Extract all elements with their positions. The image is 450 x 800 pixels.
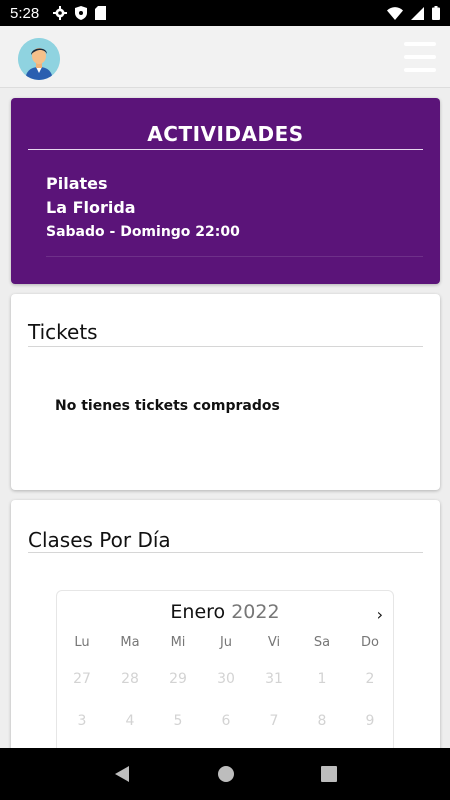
weekday-label: Vi	[267, 635, 281, 650]
calendar-next-button[interactable]: ›	[377, 605, 383, 624]
activity-location[interactable]: La Florida	[46, 198, 136, 217]
back-icon[interactable]	[113, 765, 131, 783]
weekday-label: Do	[361, 635, 379, 650]
calendar-week-row: 27 28 29 30 31 1 2	[57, 671, 393, 687]
calendar-year[interactable]: 2022	[231, 601, 279, 623]
weekday-label: Ma	[120, 635, 140, 650]
tickets-title: Tickets	[28, 320, 98, 344]
avatar-icon	[18, 38, 60, 80]
app-header	[0, 26, 450, 88]
calendar-weekdays: Lu Ma Mi Ju Vi Sa Do	[57, 635, 393, 650]
calendar-day[interactable]: 29	[154, 671, 202, 687]
calendar-day[interactable]: 2	[346, 671, 394, 687]
activities-title-divider	[28, 149, 423, 150]
system-nav-bar	[0, 748, 450, 800]
gear-icon	[53, 6, 68, 20]
activities-card: ACTIVIDADES Pilates La Florida Sabado - …	[11, 98, 440, 284]
weekday-label: Lu	[74, 635, 90, 650]
user-avatar[interactable]	[18, 38, 60, 80]
shield-icon	[75, 6, 88, 20]
classes-title-divider	[28, 552, 423, 553]
activity-name[interactable]: Pilates	[46, 174, 108, 193]
activity-schedule[interactable]: Sabado - Domingo 22:00	[46, 224, 240, 240]
sd-card-icon	[95, 6, 107, 20]
calendar-day[interactable]: 9	[346, 713, 394, 729]
wifi-icon	[387, 6, 403, 20]
weekday-label: Mi	[170, 635, 186, 650]
calendar-day[interactable]: 27	[58, 671, 106, 687]
weekday-label: Ju	[219, 635, 233, 650]
home-icon[interactable]	[217, 765, 235, 783]
signal-icon	[411, 6, 424, 20]
battery-icon	[432, 6, 440, 20]
classes-card: Clases Por Día Enero 2022 › Lu Ma Mi Ju …	[11, 500, 440, 760]
calendar-header: Enero 2022	[57, 601, 393, 623]
tickets-card: Tickets No tienes tickets comprados	[11, 294, 440, 490]
calendar-week-row: 3 4 5 6 7 8 9	[57, 713, 393, 729]
calendar-day[interactable]: 5	[154, 713, 202, 729]
calendar: Enero 2022 › Lu Ma Mi Ju Vi Sa Do 27 28 …	[56, 590, 394, 760]
calendar-day[interactable]: 8	[298, 713, 346, 729]
calendar-day[interactable]: 7	[250, 713, 298, 729]
calendar-month: Enero	[170, 601, 226, 623]
hamburger-menu-icon[interactable]	[404, 42, 436, 72]
status-bar: 5:28	[0, 0, 450, 26]
calendar-day[interactable]: 30	[202, 671, 250, 687]
calendar-day[interactable]: 3	[58, 713, 106, 729]
activities-title: ACTIVIDADES	[147, 122, 304, 146]
classes-title: Clases Por Día	[28, 528, 171, 552]
status-time: 5:28	[10, 4, 40, 22]
calendar-day[interactable]: 4	[106, 713, 154, 729]
calendar-day[interactable]: 31	[250, 671, 298, 687]
calendar-day[interactable]: 6	[202, 713, 250, 729]
activity-divider	[46, 256, 423, 257]
recents-icon[interactable]	[321, 766, 337, 782]
status-icons-right	[387, 6, 440, 20]
calendar-day[interactable]: 28	[106, 671, 154, 687]
weekday-label: Sa	[313, 635, 331, 650]
calendar-day[interactable]: 1	[298, 671, 346, 687]
tickets-empty-message: No tienes tickets comprados	[55, 398, 280, 414]
tickets-title-divider	[28, 346, 423, 347]
status-icons-left	[53, 6, 107, 20]
